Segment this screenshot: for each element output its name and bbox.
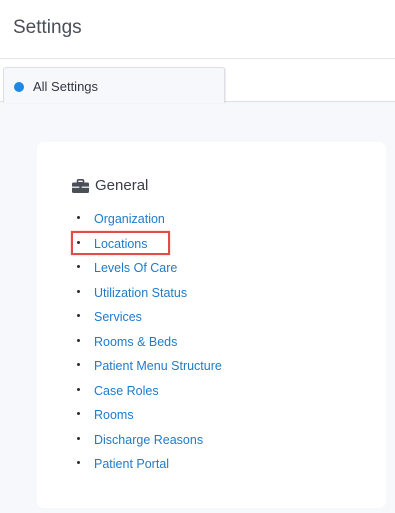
tab-label: All Settings [33,79,99,94]
list-item: Services [77,308,222,333]
list-item: Case Roles [77,382,222,407]
page-header: Settings [0,0,395,59]
link-patient-menu-structure[interactable]: Patient Menu Structure [94,359,222,373]
list-item: Discharge Reasons [77,431,222,456]
link-levels-of-care[interactable]: Levels Of Care [94,261,177,275]
settings-card: General Organization Locations Levels Of… [37,142,386,508]
link-organization[interactable]: Organization [94,212,165,226]
bullet-icon [77,436,80,440]
list-item: Utilization Status [77,284,222,309]
tab-all-settings[interactable]: All Settings [3,67,225,103]
link-case-roles[interactable]: Case Roles [94,384,159,398]
bullet-icon [77,289,80,293]
link-services[interactable]: Services [94,310,142,324]
link-locations[interactable]: Locations [94,237,148,251]
tab-bar: All Settings [0,59,395,103]
link-rooms[interactable]: Rooms [94,408,134,422]
list-item: Rooms [77,406,222,431]
page-title: Settings [13,17,82,38]
link-patient-portal[interactable]: Patient Portal [94,457,169,471]
bullet-icon [77,216,80,219]
bullet-icon [77,461,80,464]
section-title: General [95,177,149,194]
list-item: Locations [77,235,222,260]
list-item: Patient Portal [77,455,222,480]
list-item: Patient Menu Structure [77,357,222,382]
link-utilization-status[interactable]: Utilization Status [94,286,187,300]
bullet-icon [77,240,80,244]
bullet-icon [77,387,80,391]
link-rooms-and-beds[interactable]: Rooms & Beds [94,335,177,349]
bullet-icon [77,412,80,415]
active-dot-icon [14,82,24,92]
bullet-icon [77,314,80,317]
list-item: Organization [77,210,222,235]
bullet-icon [77,338,80,342]
settings-link-list: Organization Locations Levels Of Care Ut… [77,210,222,480]
briefcase-icon [72,179,89,193]
bullet-icon [77,265,80,268]
list-item: Rooms & Beds [77,333,222,358]
list-item: Levels Of Care [77,259,222,284]
link-discharge-reasons[interactable]: Discharge Reasons [94,433,203,447]
bullet-icon [77,363,80,366]
